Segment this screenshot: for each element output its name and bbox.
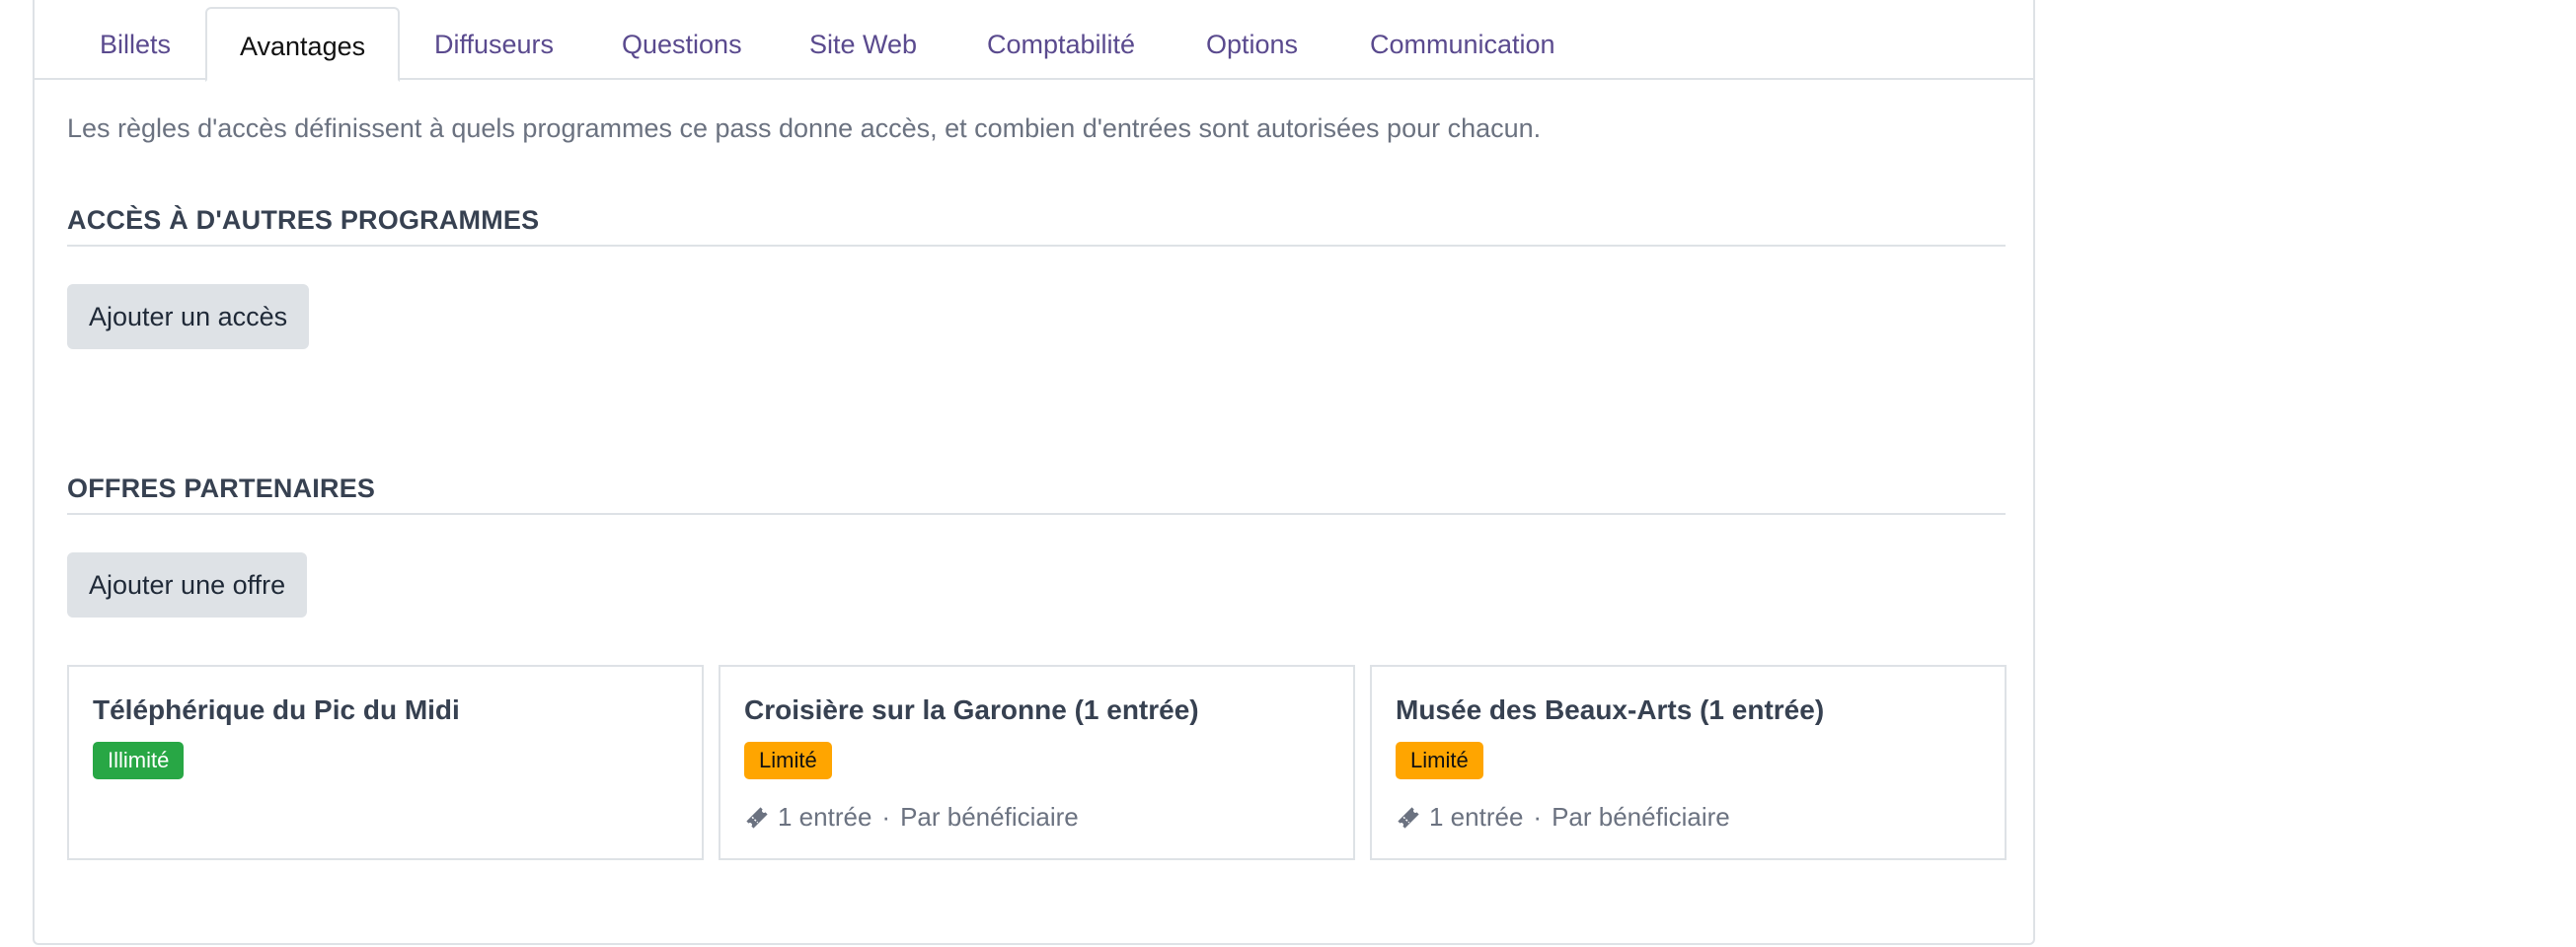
offer-status-badge: Illimité [93, 742, 185, 779]
access-rules-description: Les règles d'accès définissent à quels p… [67, 113, 1542, 143]
offer-title: Croisière sur la Garonne (1 entrée) [744, 694, 1199, 725]
tab-bar: Billets Avantages Diffuseurs Questions S… [35, 0, 2033, 82]
offer-scope: Par bénéficiaire [1552, 802, 1730, 832]
tab-avantages[interactable]: Avantages [205, 7, 401, 82]
add-offer-button[interactable]: Ajouter une offre [67, 552, 308, 618]
access-section-title: ACCÈS À D'AUTRES PROGRAMMES [67, 205, 540, 235]
separator-dot: · [1533, 802, 1543, 832]
offer-entries: 1 entrée [1429, 802, 1524, 832]
tab-questions[interactable]: Questions [589, 7, 775, 82]
offer-title: Téléphérique du Pic du Midi [93, 694, 460, 725]
tab-comptabilite[interactable]: Comptabilité [954, 7, 1168, 82]
offer-entry-limit: 1 entrée · Par bénéficiaire [744, 802, 1079, 833]
ticket-icon [1396, 805, 1421, 831]
access-section-divider [67, 245, 2006, 247]
tab-billets[interactable]: Billets [67, 7, 203, 82]
tab-communication[interactable]: Communication [1337, 7, 1588, 82]
partner-offers-section-title: OFFRES PARTENAIRES [67, 474, 376, 503]
tab-options[interactable]: Options [1174, 7, 1330, 82]
offer-status-badge: Limité [744, 742, 832, 779]
offer-entries: 1 entrée [778, 802, 872, 832]
offer-entry-limit: 1 entrée · Par bénéficiaire [1396, 802, 1730, 833]
offer-status-badge: Limité [1396, 742, 1483, 779]
tab-site-web[interactable]: Site Web [777, 7, 949, 82]
offer-card[interactable]: Musée des Beaux-Arts (1 entrée) Limité 1… [1370, 665, 2007, 860]
offer-scope: Par bénéficiaire [900, 802, 1079, 832]
program-settings-panel: Billets Avantages Diffuseurs Questions S… [33, 0, 2035, 945]
tab-diffuseurs[interactable]: Diffuseurs [402, 7, 586, 82]
partner-offers-section-divider [67, 513, 2006, 515]
ticket-icon [744, 805, 770, 831]
offer-card[interactable]: Croisière sur la Garonne (1 entrée) Limi… [719, 665, 1355, 860]
add-access-button[interactable]: Ajouter un accès [67, 284, 310, 349]
separator-dot: · [881, 802, 891, 832]
offer-card[interactable]: Téléphérique du Pic du Midi Illimité [67, 665, 704, 860]
offer-title: Musée des Beaux-Arts (1 entrée) [1396, 694, 1825, 725]
